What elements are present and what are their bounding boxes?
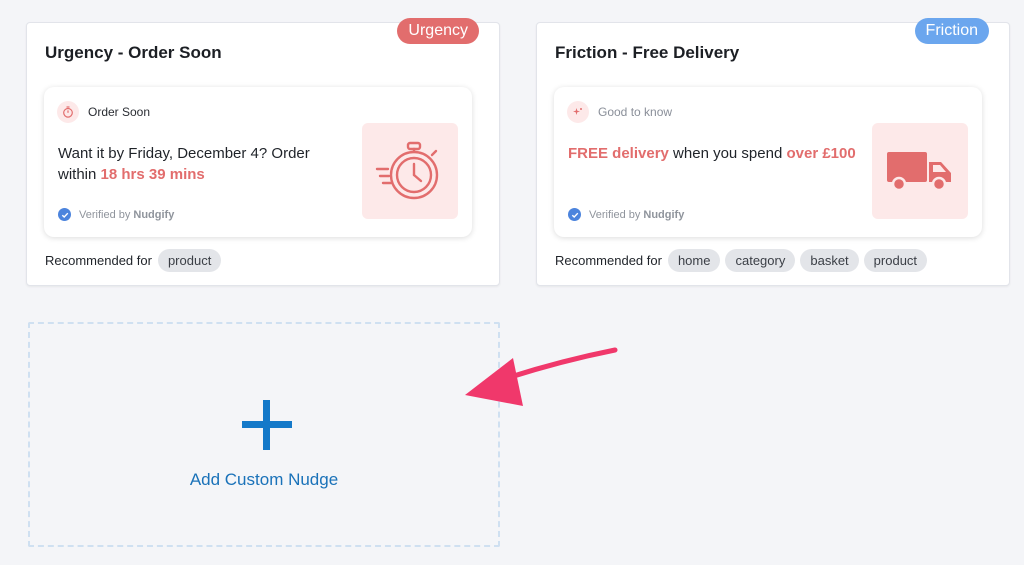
preview-header: Order Soon	[57, 101, 150, 123]
preview-header-label: Order Soon	[88, 105, 151, 119]
page-tag: home	[667, 249, 721, 272]
timer-icon	[57, 101, 79, 123]
recommended-label: Recommended for	[45, 253, 152, 268]
plus-icon	[242, 400, 292, 450]
recommended-row: Recommended for product	[45, 249, 226, 272]
nudge-message: FREE delivery when you spend over £100	[568, 145, 856, 162]
verified-line: Verified by Nudgify	[568, 208, 684, 221]
preview-header-label: Good to know	[598, 105, 673, 119]
verified-line: Verified by Nudgify	[58, 208, 174, 221]
add-custom-nudge-label: Add Custom Nudge	[189, 470, 339, 489]
nudge-preview: Order Soon Want it by Friday, December 4…	[44, 87, 472, 237]
annotation-arrow-icon	[465, 347, 618, 406]
page-tag: basket	[800, 249, 859, 272]
verified-check-icon	[568, 208, 581, 221]
sparkle-icon	[567, 101, 589, 123]
nudge-preview: Good to know FREE delivery when you spen…	[554, 87, 982, 237]
nudge-message: Want it by Friday, December 4? Order wit…	[58, 145, 310, 183]
card-title: Urgency - Order Soon	[45, 43, 222, 62]
delivery-truck-icon	[872, 123, 968, 219]
add-custom-nudge-button[interactable]: Add Custom Nudge	[28, 322, 500, 547]
page-tag: product	[863, 249, 928, 272]
preview-header: Good to know	[567, 101, 672, 123]
countdown-text: 18 hrs 39 mins	[100, 166, 205, 183]
recommended-label: Recommended for	[555, 253, 662, 268]
recommended-row: Recommended for home category basket pro…	[555, 249, 932, 272]
nudge-card-urgency[interactable]: Urgency Urgency - Order Soon Order Soon …	[26, 18, 500, 286]
category-badge: Urgency	[397, 18, 479, 44]
card-title: Friction - Free Delivery	[555, 43, 740, 62]
category-badge: Friction	[914, 18, 989, 44]
page-tag: product	[157, 249, 222, 272]
page-tag: category	[725, 249, 796, 272]
nudge-card-friction[interactable]: Friction Friction - Free Delivery Good t…	[536, 18, 1010, 286]
verified-check-icon	[58, 208, 71, 221]
stopwatch-icon	[362, 123, 458, 219]
